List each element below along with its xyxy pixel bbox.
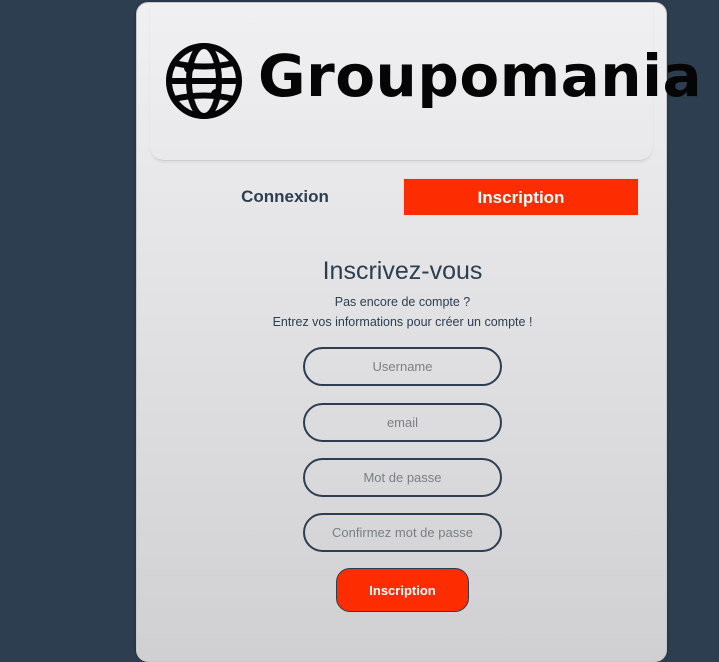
username-input[interactable] — [303, 347, 502, 386]
form-title: Inscrivez-vous — [322, 257, 483, 285]
form-subtitle-line2: Entrez vos informations pour créer un co… — [272, 315, 533, 329]
confirm-password-input[interactable] — [303, 513, 502, 552]
tab-login[interactable]: Connexion — [167, 178, 403, 216]
logo-header: Groupomania — [150, 3, 702, 161]
tab-signup[interactable]: Inscription — [403, 178, 639, 216]
form-subtitle-line1: Pas encore de compte ? — [334, 295, 471, 309]
auth-card: Groupomania Connexion Inscription Inscri… — [136, 2, 702, 662]
email-input[interactable] — [303, 403, 502, 442]
brand-name: Groupomania — [258, 42, 703, 110]
globe-icon — [165, 42, 243, 120]
signup-submit-button[interactable]: Inscription — [336, 568, 469, 612]
password-input[interactable] — [303, 458, 502, 497]
